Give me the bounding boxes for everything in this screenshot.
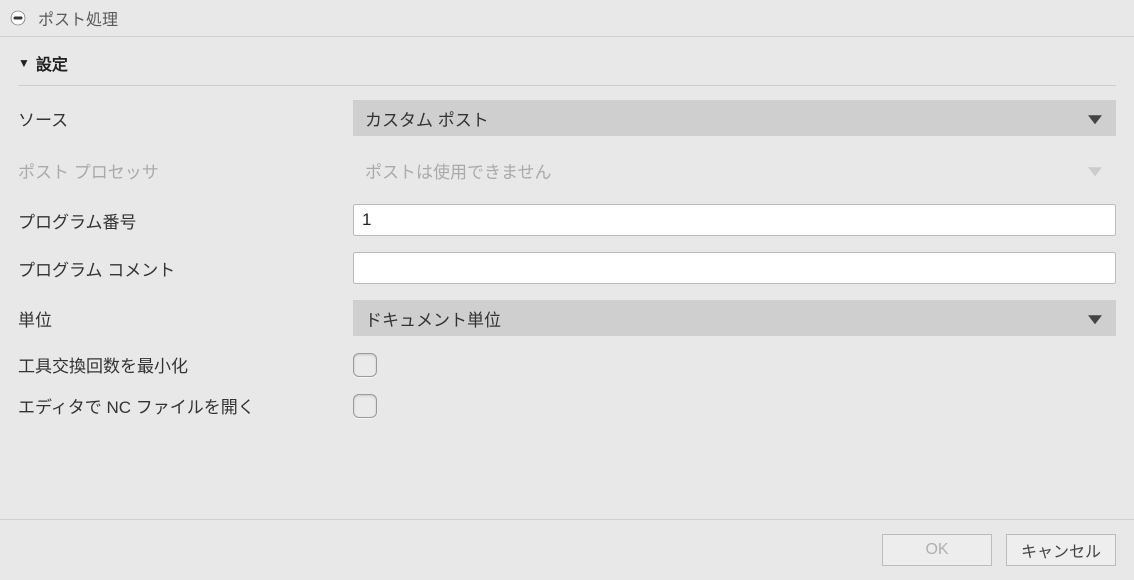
label-open-nc-editor: エディタで NC ファイルを開く xyxy=(18,393,353,418)
cancel-button[interactable]: キャンセル xyxy=(1006,534,1116,566)
chevron-down-icon xyxy=(1088,167,1102,176)
input-program-number[interactable] xyxy=(353,204,1116,236)
ok-button: OK xyxy=(882,534,992,566)
chevron-down-icon xyxy=(1088,115,1102,124)
label-postprocessor: ポスト プロセッサ xyxy=(18,158,353,183)
window-title: ポスト処理 xyxy=(38,6,118,30)
row-unit: 単位 ドキュメント単位 xyxy=(18,300,1116,336)
row-source: ソース カスタム ポスト xyxy=(18,100,1116,136)
disclosure-triangle-icon: ▼ xyxy=(18,56,30,70)
label-unit: 単位 xyxy=(18,306,353,331)
select-source[interactable]: カスタム ポスト xyxy=(353,100,1116,136)
label-program-number: プログラム番号 xyxy=(18,208,353,233)
select-source-value: カスタム ポスト xyxy=(365,106,489,131)
row-minimize-tool-changes: 工具交換回数を最小化 xyxy=(18,352,1116,377)
select-unit-value: ドキュメント単位 xyxy=(365,306,501,331)
select-postprocessor-value: ポストは使用できません xyxy=(365,158,552,183)
label-minimize-tool-changes: 工具交換回数を最小化 xyxy=(18,352,353,377)
section-header-settings[interactable]: ▼ 設定 xyxy=(18,51,1116,86)
select-postprocessor: ポストは使用できません xyxy=(353,152,1116,188)
titlebar: ポスト処理 xyxy=(0,0,1134,37)
section-title: 設定 xyxy=(36,51,68,75)
checkbox-open-nc-editor[interactable] xyxy=(353,394,377,418)
select-unit[interactable]: ドキュメント単位 xyxy=(353,300,1116,336)
checkbox-minimize-tool-changes[interactable] xyxy=(353,353,377,377)
button-bar: OK キャンセル xyxy=(0,519,1134,580)
label-program-comment: プログラム コメント xyxy=(18,256,353,281)
row-program-comment: プログラム コメント xyxy=(18,252,1116,284)
row-postprocessor: ポスト プロセッサ ポストは使用できません xyxy=(18,152,1116,188)
label-source: ソース xyxy=(18,106,353,131)
app-icon xyxy=(10,10,26,26)
chevron-down-icon xyxy=(1088,315,1102,324)
row-program-number: プログラム番号 xyxy=(18,204,1116,236)
dialog-content: ▼ 設定 ソース カスタム ポスト ポスト プロセッサ ポストは使用できません … xyxy=(0,37,1134,519)
row-open-nc-editor: エディタで NC ファイルを開く xyxy=(18,393,1116,418)
input-program-comment[interactable] xyxy=(353,252,1116,284)
